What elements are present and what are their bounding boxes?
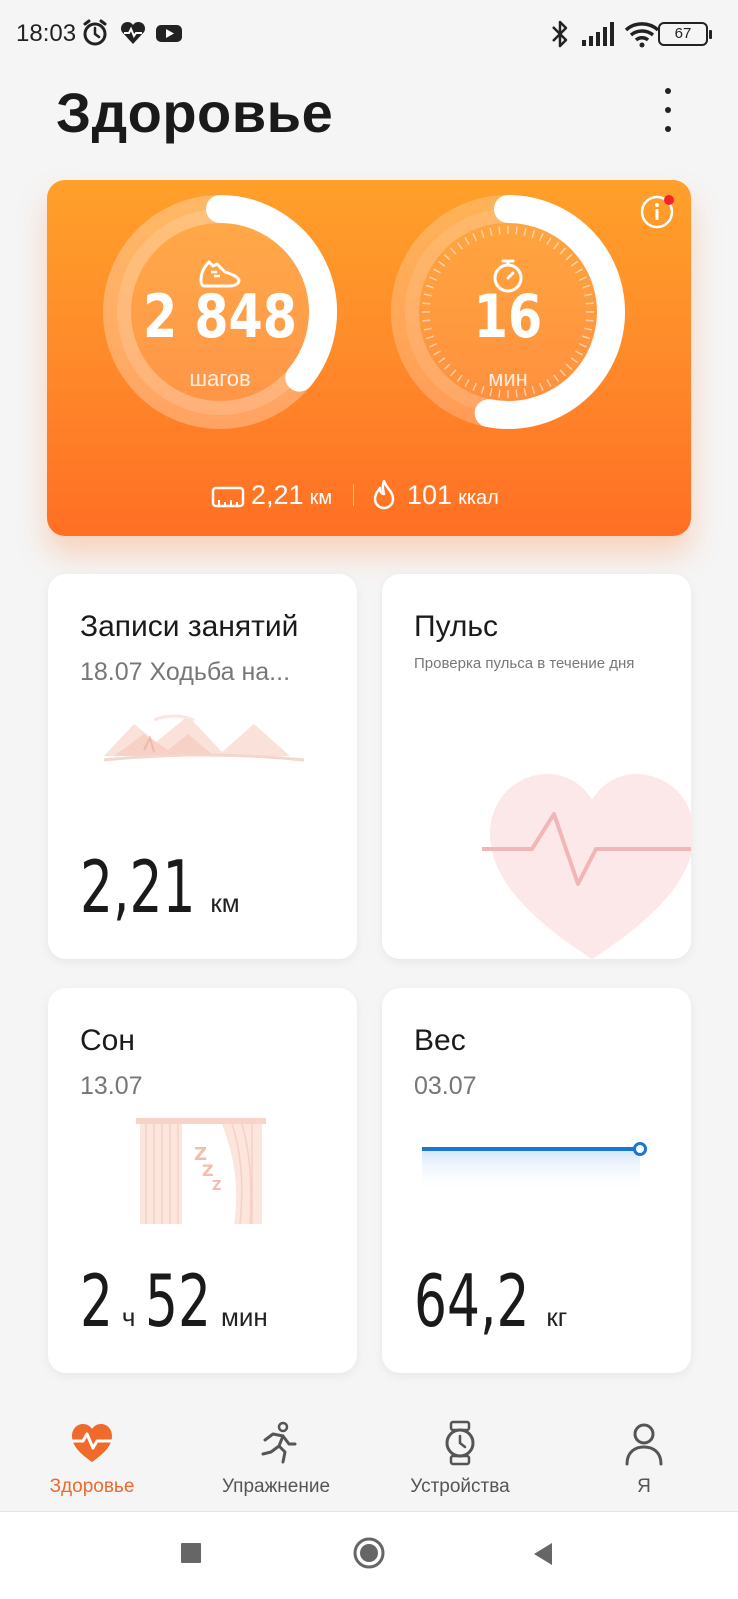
bottom-navigation: Здоровье Упражнение Устройства Я	[0, 1402, 738, 1512]
workout-distance-value: 2,21	[80, 845, 196, 929]
workout-records-title: Записи занятий	[80, 610, 299, 643]
calories-unit: ккал	[458, 487, 499, 509]
weight-date: 03.07	[414, 1072, 477, 1100]
svg-text:Z: Z	[212, 1179, 221, 1194]
minutes-unit: мин	[488, 366, 528, 391]
nav-tab-exercise[interactable]: Упражнение	[186, 1412, 366, 1502]
ruler-icon	[211, 486, 245, 508]
steps-unit: шагов	[189, 366, 251, 391]
stats-divider	[353, 484, 354, 506]
distance-value: 2,21	[251, 480, 304, 510]
weight-title: Вес	[414, 1024, 466, 1057]
flame-icon	[373, 479, 395, 510]
mountains-illustration	[104, 714, 304, 762]
nav-label-devices: Устройства	[410, 1476, 510, 1497]
back-button[interactable]	[530, 1540, 556, 1568]
heart-rate-tile[interactable]: Пульс Проверка пульса в течение дня	[382, 574, 691, 959]
info-button[interactable]	[639, 194, 675, 230]
sleep-tile[interactable]: Сон 13.07 Z Z Z 2 ч 52 мин	[48, 988, 357, 1373]
minute-tick	[515, 226, 518, 235]
sleep-hours: 2	[80, 1259, 113, 1343]
nav-tab-health[interactable]: Здоровье	[2, 1412, 182, 1502]
nav-label-exercise: Упражнение	[221, 1476, 331, 1497]
battery-indicator: 67	[658, 22, 712, 46]
nav-tab-devices[interactable]: Устройства	[370, 1412, 550, 1502]
sleep-title: Сон	[80, 1024, 135, 1057]
distance-unit: км	[309, 487, 333, 509]
minutes-value: 16	[473, 282, 543, 352]
alarm-icon	[83, 19, 107, 46]
wifi-icon	[624, 22, 660, 48]
signal-icon	[582, 22, 614, 46]
nav-label-health: Здоровье	[49, 1476, 135, 1497]
nav-label-me: Я	[637, 1476, 651, 1497]
weight-trend-chart	[422, 1142, 647, 1193]
bluetooth-icon	[552, 20, 568, 48]
weight-trend-point	[633, 1142, 647, 1156]
more-options-button[interactable]	[652, 86, 684, 134]
heart-rate-icon	[120, 21, 146, 44]
weight-trend-area	[422, 1149, 640, 1193]
weight-value: 64,2	[414, 1259, 530, 1343]
sleep-minutes: 52	[145, 1259, 212, 1343]
heart-pulse-icon	[72, 1424, 112, 1462]
page-title: Здоровье	[56, 81, 334, 144]
weight-tile[interactable]: Вес 03.07 64,2 кг	[382, 988, 691, 1373]
activity-stats-row: 2,21 км 101 ккал	[47, 476, 691, 516]
status-bar: 18:03 67	[0, 0, 738, 70]
heart-illustration	[482, 774, 691, 959]
nav-tab-me[interactable]: Я	[554, 1412, 734, 1502]
svg-text:Z: Z	[202, 1161, 214, 1180]
youtube-icon	[156, 25, 182, 42]
workout-distance-unit: км	[210, 888, 240, 918]
watch-icon	[445, 1420, 475, 1466]
running-icon	[261, 1421, 297, 1464]
sleep-date: 13.07	[80, 1072, 143, 1100]
steps-value: 2 848	[142, 282, 298, 352]
system-navigation-bar	[0, 1512, 738, 1599]
sleep-duration: 2 ч 52 мин	[80, 1259, 268, 1343]
workout-records-subtitle: 18.07 Ходьба на...	[80, 658, 291, 686]
sleep-minutes-unit: мин	[220, 1302, 268, 1332]
info-icon	[640, 195, 674, 229]
workout-distance: 2,21 км	[80, 845, 240, 929]
more-vertical-icon	[665, 88, 671, 94]
minute-tick	[498, 226, 501, 235]
workout-records-tile[interactable]: Записи занятий 18.07 Ходьба на... 2,21 к…	[48, 574, 357, 959]
calories-stat: 101 ккал	[407, 480, 499, 511]
person-icon	[625, 1423, 663, 1466]
status-time: 18:03	[16, 20, 77, 47]
weight-unit: кг	[546, 1302, 568, 1332]
heart-rate-subtitle: Проверка пульса в течение дня	[414, 655, 635, 672]
activity-summary-card[interactable]: 2 848 шагов 16 мин 2,21 км 101 ккал	[47, 180, 691, 536]
calories-value: 101	[407, 480, 453, 510]
heart-rate-title: Пульс	[414, 610, 499, 643]
recents-button[interactable]	[178, 1540, 204, 1566]
weight-value-row: 64,2 кг	[414, 1259, 567, 1343]
distance-stat: 2,21 км	[251, 480, 332, 511]
sleep-hours-unit: ч	[121, 1302, 136, 1332]
curtain-illustration: Z Z Z	[136, 1118, 266, 1225]
notification-badge	[664, 195, 674, 205]
home-button[interactable]	[352, 1536, 386, 1570]
